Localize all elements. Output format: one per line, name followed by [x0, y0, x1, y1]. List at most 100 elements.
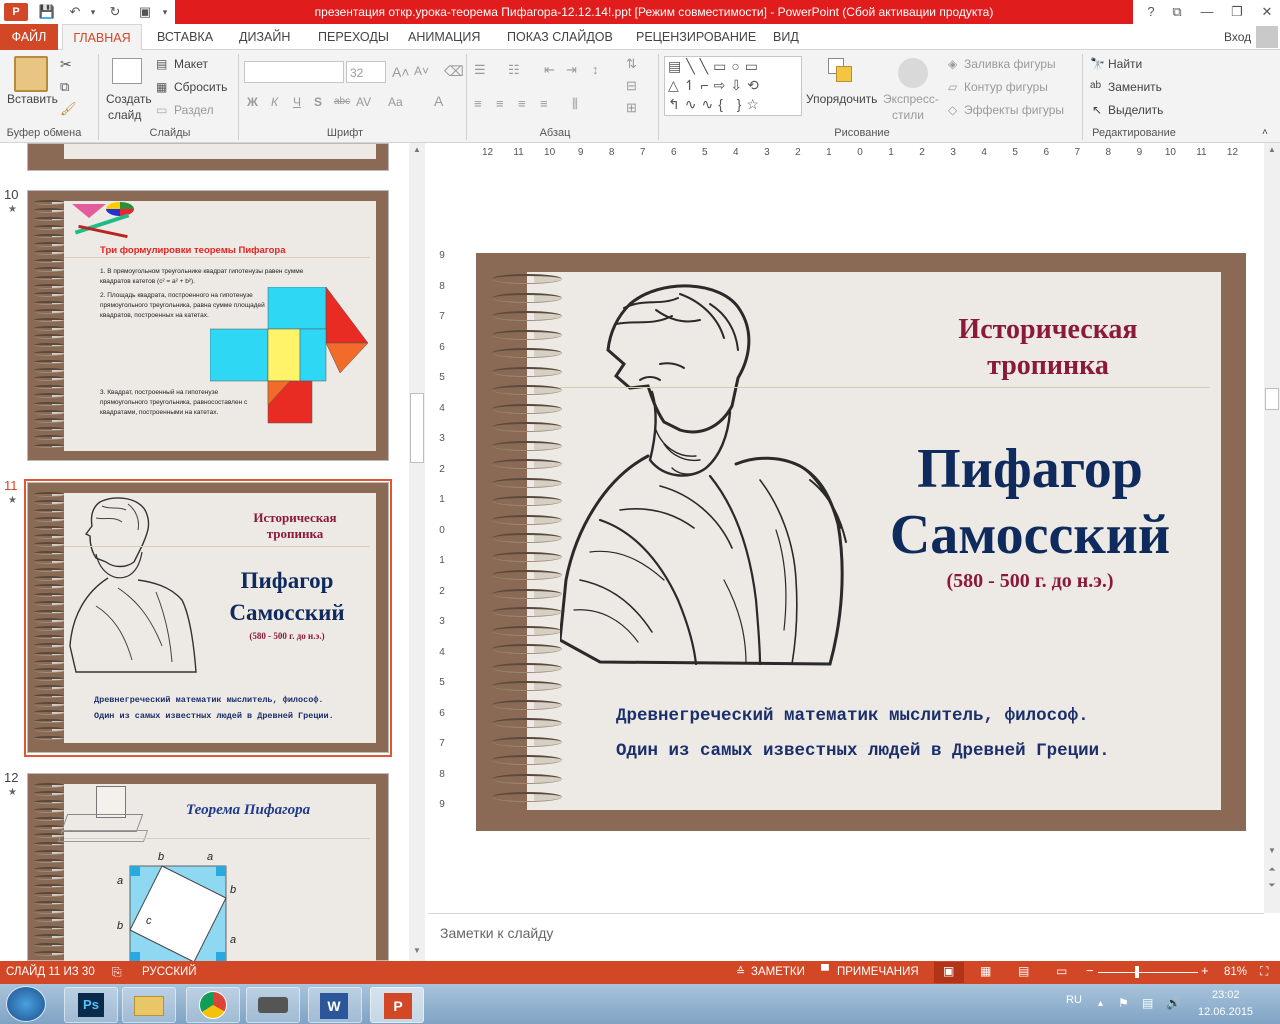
thumbnail-scrollbar-thumb[interactable] [410, 393, 424, 463]
thumbnail-scrollbar[interactable] [409, 143, 425, 961]
slide-thumbnail-9[interactable] [27, 143, 389, 171]
notes-placeholder[interactable]: Заметки к слайду [440, 925, 553, 941]
italic-icon[interactable]: К [271, 95, 278, 109]
scroll-down-icon[interactable]: ▼ [410, 946, 424, 960]
zoom-slider-thumb[interactable] [1135, 966, 1140, 978]
tab-slideshow[interactable]: ПОКАЗ СЛАЙДОВ [505, 24, 615, 50]
bold-icon[interactable]: Ж [247, 95, 258, 109]
fit-slide-icon[interactable]: ⛶ [1260, 964, 1268, 979]
tab-animation[interactable]: АНИМАЦИЯ [406, 24, 482, 50]
arrange-icon[interactable] [828, 58, 856, 86]
previous-slide-icon[interactable]: ⏶ [1265, 864, 1279, 878]
numbering-icon[interactable]: ☷ [508, 62, 520, 78]
align-right-icon[interactable]: ≡ [518, 96, 526, 111]
spellcheck-icon[interactable]: ⎘ [112, 965, 122, 980]
start-button[interactable] [6, 986, 46, 1022]
reading-view-icon[interactable]: ▤ [1018, 964, 1029, 978]
copy-icon[interactable]: ⧉ [60, 79, 69, 95]
replace-button[interactable]: Заменить [1108, 80, 1162, 94]
strikethrough-icon[interactable]: abc [334, 96, 350, 107]
keyboard-language[interactable]: RU [1066, 994, 1082, 1006]
redo-icon[interactable]: ↻ [106, 3, 124, 21]
tab-review[interactable]: РЕЦЕНЗИРОВАНИЕ [634, 24, 758, 50]
network-icon[interactable]: ▤ [1142, 996, 1153, 1010]
clock-time[interactable]: 23:02 [1212, 989, 1240, 1001]
quick-styles-icon[interactable] [898, 58, 928, 88]
powerpoint-app-icon[interactable]: P [4, 3, 28, 21]
decrease-indent-icon[interactable]: ⇤ [544, 62, 555, 78]
layout-button[interactable]: Макет [174, 57, 208, 71]
new-slide-label-2[interactable]: слайд [108, 108, 141, 122]
customize-quick-access-icon[interactable]: ▾ [156, 3, 174, 21]
align-center-icon[interactable]: ≡ [496, 96, 504, 111]
tab-file[interactable]: ФАЙЛ [0, 24, 58, 50]
minimize-button[interactable]: — [1196, 2, 1218, 22]
language-indicator[interactable]: РУССКИЙ [142, 966, 197, 978]
select-button[interactable]: Выделить [1108, 103, 1163, 117]
zoom-out-icon[interactable]: − [1086, 963, 1094, 978]
tab-insert[interactable]: ВСТАВКА [155, 24, 215, 50]
justify-icon[interactable]: ≡ [540, 96, 548, 111]
shapes-gallery[interactable]: ▤╲╲▭○▭ △↿⌐⇨⇩⟲ ↰∿∿{ }☆ [664, 56, 802, 116]
columns-icon[interactable]: ⫼ [572, 96, 578, 112]
volume-icon[interactable]: 🔊 [1166, 996, 1181, 1010]
align-text-icon[interactable]: ⊟ [626, 78, 637, 94]
paste-button[interactable]: Вставить [7, 92, 58, 106]
collapse-ribbon-icon[interactable]: ˄ [1262, 127, 1268, 138]
sign-in-link[interactable]: Вход [1222, 24, 1253, 50]
undo-dropdown-icon[interactable]: ▾ [84, 3, 102, 21]
section-button[interactable]: Раздел [174, 103, 214, 117]
comments-button[interactable]: ПРИМЕЧАНИЯ [837, 966, 919, 978]
help-button[interactable]: ? [1140, 2, 1162, 22]
shape-outline-button[interactable]: Контур фигуры [964, 80, 1048, 94]
increase-indent-icon[interactable]: ⇥ [566, 62, 577, 78]
clear-format-icon[interactable]: ⌫ [444, 63, 464, 80]
tray-expand-icon[interactable]: ▴ [1098, 998, 1103, 1009]
shrink-font-icon[interactable]: A˅ [414, 64, 429, 78]
tab-home[interactable]: ГЛАВНАЯ [62, 24, 142, 51]
paste-icon[interactable] [14, 56, 48, 92]
shape-fill-button[interactable]: Заливка фигуры [964, 57, 1056, 71]
clock-date[interactable]: 12.06.2015 [1198, 1006, 1253, 1018]
align-left-icon[interactable]: ≡ [474, 96, 482, 111]
next-slide-icon[interactable]: ⏷ [1265, 880, 1279, 894]
action-center-icon[interactable]: ⚑ [1118, 996, 1129, 1010]
save-icon[interactable]: 💾 [38, 3, 56, 21]
scroll-down-icon[interactable]: ▼ [1265, 846, 1279, 860]
zoom-in-icon[interactable]: + [1201, 963, 1209, 978]
restore-button[interactable]: ❐ [1226, 2, 1248, 22]
zoom-slider[interactable] [1098, 972, 1198, 973]
tab-transitions[interactable]: ПЕРЕХОДЫ [316, 24, 391, 50]
undo-icon[interactable]: ↶ [66, 3, 84, 21]
shadow-icon[interactable]: S [314, 95, 322, 109]
spacing-icon[interactable]: AV [356, 95, 371, 109]
start-slideshow-icon[interactable]: ▣ [136, 3, 154, 21]
grow-font-icon[interactable]: A˄ [392, 64, 410, 80]
find-button[interactable]: Найти [1108, 57, 1142, 71]
underline-icon[interactable]: Ч [293, 95, 301, 109]
notes-toggle-button[interactable]: ЗАМЕТКИ [751, 966, 805, 978]
cut-icon[interactable]: ✂ [60, 56, 72, 73]
font-family-input[interactable] [244, 61, 344, 83]
format-painter-icon[interactable]: 🖌 [60, 101, 77, 117]
quick-styles-label-1[interactable]: Экспресс- [883, 92, 939, 106]
line-spacing-icon[interactable]: ↕ [592, 62, 599, 77]
arrange-button[interactable]: Упорядочить [806, 92, 877, 106]
close-button[interactable]: ✕ [1256, 2, 1278, 22]
tab-view[interactable]: ВИД [771, 24, 801, 50]
ribbon-display-button[interactable]: ⧉ [1166, 2, 1188, 22]
change-case-icon[interactable]: Aa [388, 95, 403, 109]
smartart-icon[interactable]: ⊞ [626, 100, 637, 116]
text-direction-icon[interactable]: ⇅ [626, 56, 637, 72]
slide-scrollbar[interactable] [1264, 143, 1280, 913]
reset-button[interactable]: Сбросить [174, 80, 227, 94]
zoom-level[interactable]: 81% [1224, 966, 1247, 978]
font-color-icon[interactable]: A [434, 93, 443, 109]
font-size-input[interactable]: 32 [346, 61, 386, 83]
scroll-up-icon[interactable]: ▲ [1265, 145, 1279, 159]
quick-styles-label-2[interactable]: стили [892, 108, 924, 122]
slide-sorter-icon[interactable]: ▦ [980, 964, 991, 978]
new-slide-icon[interactable] [112, 58, 142, 84]
slideshow-view-icon[interactable]: ▭ [1056, 964, 1067, 978]
shape-effects-button[interactable]: Эффекты фигуры [964, 103, 1064, 117]
